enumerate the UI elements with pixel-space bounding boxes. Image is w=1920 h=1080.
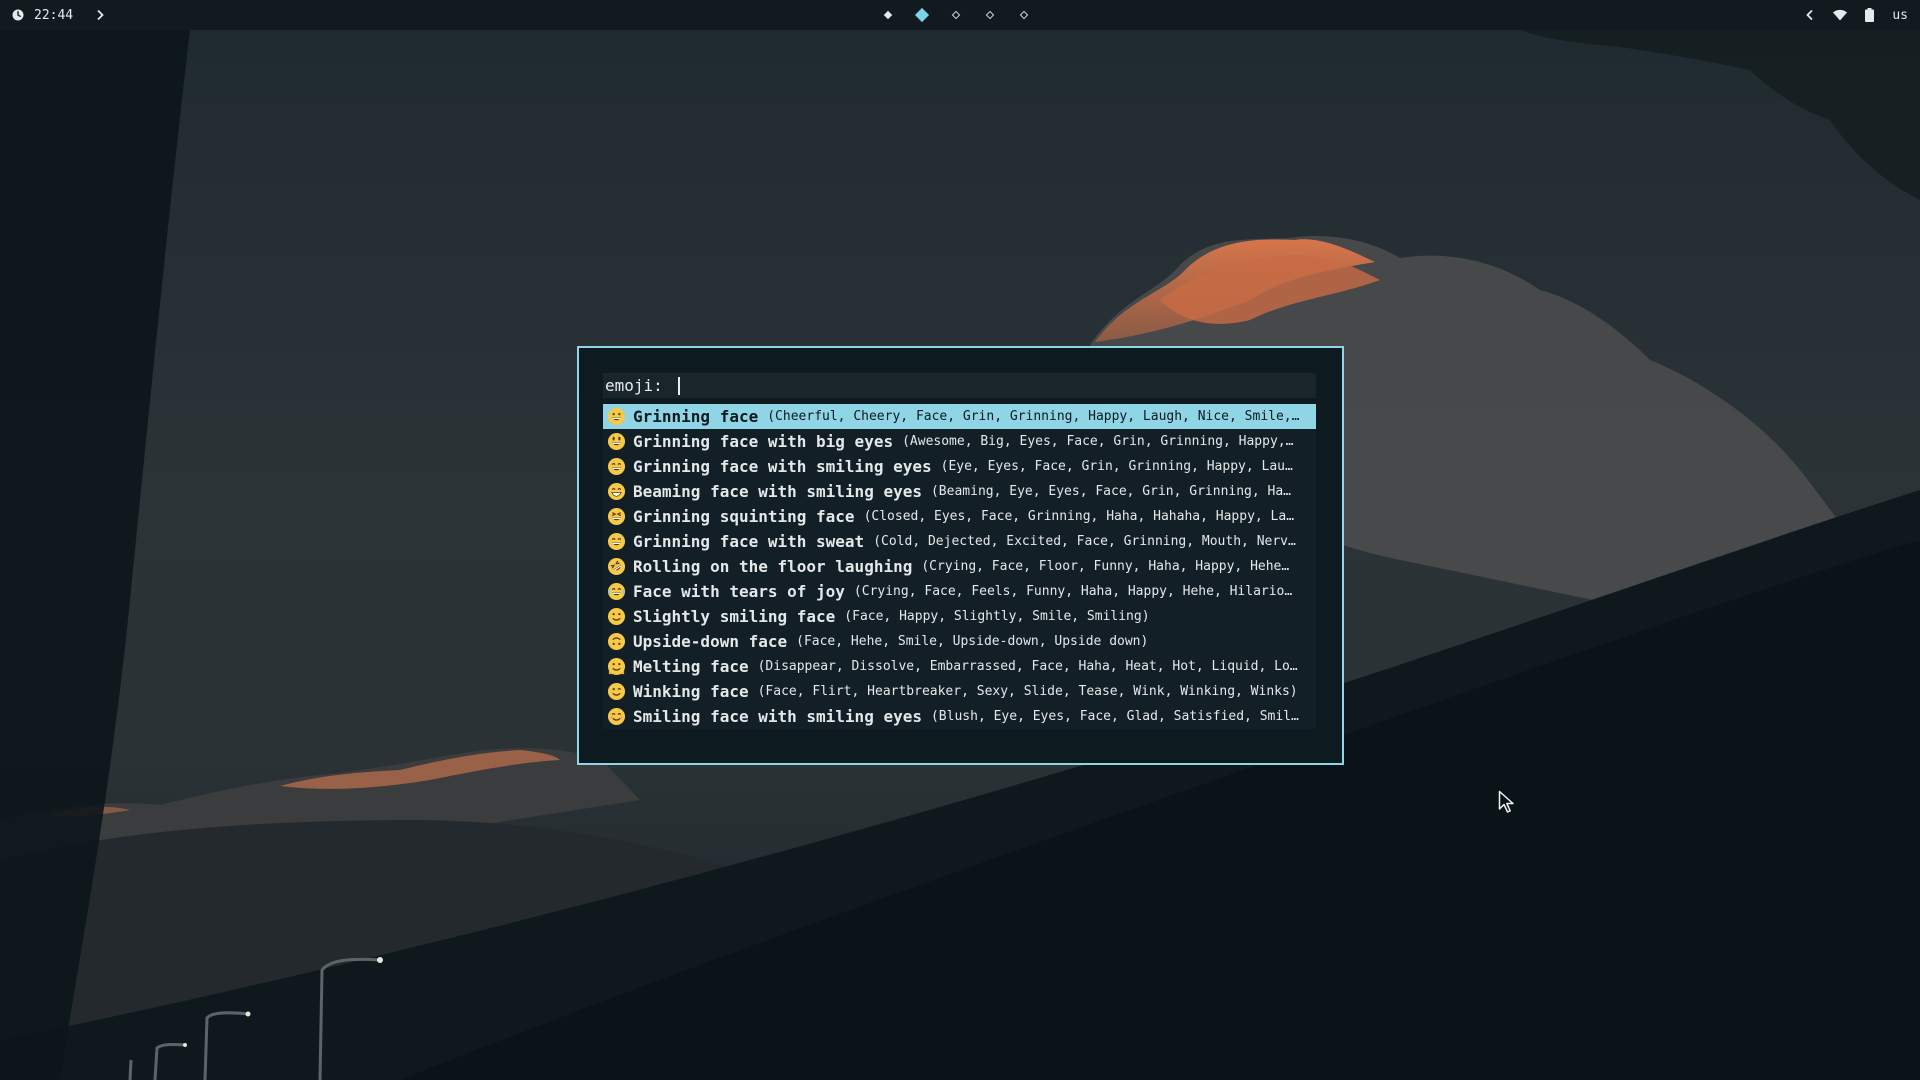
emoji-keywords: (Eye, Eyes, Face, Grin, Grinning, Happy,… (940, 459, 1293, 474)
emoji-result-row[interactable]: Upside-down face (Face, Hehe, Smile, Upsi… (603, 629, 1316, 654)
emoji-keywords: (Awesome, Big, Eyes, Face, Grin, Grinnin… (902, 434, 1294, 449)
workspace-2-button[interactable] (914, 7, 930, 23)
emoji-result-row[interactable]: Melting face (Disappear, Dissolve, Embarr… (603, 654, 1316, 679)
face-tears-of-joy-icon (605, 581, 627, 603)
emoji-keywords: (Crying, Face, Floor, Funny, Haha, Happy… (921, 559, 1290, 574)
clock-icon (12, 9, 24, 21)
wifi-icon[interactable] (1833, 9, 1848, 21)
workspace-1-button[interactable] (880, 7, 896, 23)
emoji-name: Smiling face with smiling eyes (633, 707, 922, 726)
beaming-face-icon (605, 481, 627, 503)
emoji-name: Grinning squinting face (633, 507, 855, 526)
system-tray: us (1805, 0, 1908, 30)
grinning-face-big-eyes-icon (605, 431, 627, 453)
grinning-face-icon (605, 406, 627, 428)
workspace-empty-icon (951, 10, 961, 20)
chevron-left-icon[interactable] (1805, 9, 1815, 21)
emoji-result-row[interactable]: Grinning face with big eyes (Awesome, Big… (603, 429, 1316, 454)
emoji-result-row[interactable]: Beaming face with smiling eyes (Beaming, … (603, 479, 1316, 504)
rolling-on-floor-laughing-icon (605, 556, 627, 578)
emoji-result-row[interactable]: Winking face (Face, Flirt, Heartbreaker, … (603, 679, 1316, 704)
grinning-face-sweat-icon (605, 531, 627, 553)
slightly-smiling-face-icon (605, 606, 627, 628)
mouse-pointer-icon (1498, 790, 1514, 813)
workspace-empty-icon (985, 10, 995, 20)
grinning-face-smiling-eyes-icon (605, 456, 627, 478)
emoji-result-row[interactable]: Face with tears of joy (Crying, Face, Fee… (603, 579, 1316, 604)
text-caret (678, 376, 681, 395)
keyboard-layout[interactable]: us (1892, 8, 1908, 23)
emoji-result-row[interactable]: Slightly smiling face (Face, Happy, Sligh… (603, 604, 1316, 629)
emoji-name: Grinning face (633, 407, 759, 426)
emoji-name: Grinning face with big eyes (633, 432, 894, 451)
emoji-keywords: (Crying, Face, Feels, Funny, Haha, Happy… (853, 584, 1293, 599)
chevron-right-icon[interactable] (95, 9, 105, 21)
top-bar: 22:44 us (0, 0, 1920, 30)
grinning-squinting-face-icon (605, 506, 627, 528)
emoji-name: Beaming face with smiling eyes (633, 482, 922, 501)
emoji-name: Winking face (633, 682, 749, 701)
workspace-4-button[interactable] (982, 7, 998, 23)
emoji-result-row[interactable]: Rolling on the floor laughing (Crying, Fa… (603, 554, 1316, 579)
emoji-keywords: (Blush, Eye, Eyes, Face, Glad, Satisfied… (930, 709, 1299, 724)
emoji-launcher: emoji: Grinning face (Cheerful, Cheery, F… (577, 346, 1344, 765)
emoji-keywords: (Cold, Dejected, Excited, Face, Grinning… (873, 534, 1296, 549)
workspace-empty-icon (1019, 10, 1029, 20)
emoji-result-row[interactable]: Grinning face with smiling eyes (Eye, Eye… (603, 454, 1316, 479)
workspace-5-button[interactable] (1016, 7, 1032, 23)
emoji-result-row[interactable]: Grinning face (Cheerful, Cheery, Face, Gr… (603, 404, 1316, 429)
upside-down-face-icon (605, 631, 627, 653)
emoji-name: Slightly smiling face (633, 607, 836, 626)
emoji-result-row[interactable]: Grinning squinting face (Closed, Eyes, Fa… (603, 504, 1316, 529)
workspace-switcher (880, 0, 1032, 30)
battery-icon[interactable] (1865, 8, 1875, 22)
smiling-face-smiling-eyes-icon (605, 706, 627, 728)
emoji-name: Grinning face with sweat (633, 532, 865, 551)
emoji-keywords: (Disappear, Dissolve, Embarrassed, Face,… (757, 659, 1298, 674)
emoji-result-row[interactable]: Smiling face with smiling eyes (Blush, Ey… (603, 704, 1316, 729)
melting-face-icon (605, 656, 627, 678)
top-bar-left: 22:44 (12, 0, 105, 30)
workspace-3-button[interactable] (948, 7, 964, 23)
search-bar[interactable]: emoji: (603, 373, 1316, 398)
emoji-name: Rolling on the floor laughing (633, 557, 913, 576)
emoji-keywords: (Face, Happy, Slightly, Smile, Smiling) (844, 609, 1150, 624)
emoji-keywords: (Closed, Eyes, Face, Grinning, Haha, Hah… (863, 509, 1295, 524)
clock-time[interactable]: 22:44 (34, 8, 73, 23)
emoji-name: Upside-down face (633, 632, 788, 651)
results-list: Grinning face (Cheerful, Cheery, Face, Gr… (603, 404, 1316, 729)
workspace-occupied-icon (883, 10, 893, 20)
emoji-keywords: (Face, Hehe, Smile, Upside-down, Upside … (796, 634, 1149, 649)
emoji-keywords: (Cheerful, Cheery, Face, Grin, Grinning,… (767, 409, 1300, 424)
winking-face-icon (605, 681, 627, 703)
emoji-name: Melting face (633, 657, 749, 676)
emoji-name: Face with tears of joy (633, 582, 845, 601)
emoji-keywords: (Beaming, Eye, Eyes, Face, Grin, Grinnin… (930, 484, 1292, 499)
workspace-active-icon (914, 7, 930, 23)
emoji-name: Grinning face with smiling eyes (633, 457, 932, 476)
emoji-result-row[interactable]: Grinning face with sweat (Cold, Dejected,… (603, 529, 1316, 554)
prompt-label: emoji: (605, 376, 673, 395)
emoji-keywords: (Face, Flirt, Heartbreaker, Sexy, Slide,… (757, 684, 1298, 699)
